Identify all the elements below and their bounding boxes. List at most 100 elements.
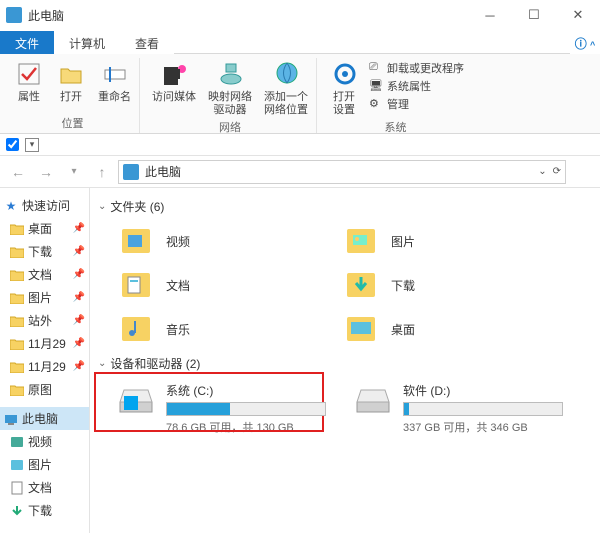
nav-recent-button[interactable]: ▾ <box>62 160 86 184</box>
refresh-icon[interactable]: ⟳ <box>553 166 561 177</box>
folder-icon <box>10 504 24 518</box>
address-row: ← → ▾ ↑ 此电脑 ⌄ ⟳ <box>0 156 600 188</box>
folder-item[interactable]: 视频 <box>110 219 335 263</box>
sidebar-item-label: 11月29 <box>28 335 66 352</box>
search-button[interactable] <box>570 160 594 184</box>
open-settings-button[interactable]: 打开 设置 <box>327 58 361 119</box>
nav-back-button[interactable]: ← <box>6 160 30 184</box>
folder-item[interactable]: 下载 <box>335 263 560 307</box>
content-area: ⌄ 文件夹 (6) 视频 图片文档 下载音乐桌面 ⌄ 设备和驱动器 (2) 系统 (… <box>90 188 600 533</box>
sidebar-item[interactable]: 原图 <box>0 378 89 401</box>
chevron-down-icon: ⌄ <box>98 358 106 369</box>
drive-icon <box>353 382 393 418</box>
drive-name: 系统 (C:) <box>166 382 329 399</box>
tab-file[interactable]: 文件 <box>0 31 54 54</box>
folder-icon <box>10 314 24 328</box>
select-all-checkbox[interactable] <box>6 138 19 151</box>
folder-item[interactable]: 图片 <box>335 219 560 263</box>
drive-item[interactable]: 软件 (D:) 337 GB 可用，共 346 GB <box>347 376 572 441</box>
quick-access-section[interactable]: ★ 快速访问 <box>0 194 89 217</box>
add-network-location-button[interactable]: 添加一个 网络位置 <box>262 58 310 119</box>
folder-icon <box>114 223 156 259</box>
properties-button[interactable]: 属性 <box>12 58 46 106</box>
open-folder-icon <box>58 61 84 87</box>
sidebar-item[interactable]: 视频 <box>0 430 89 453</box>
ribbon-tabs: 文件 计算机 查看 ⓘ ^ <box>0 30 600 54</box>
access-media-button[interactable]: 访问媒体 <box>150 58 198 106</box>
folder-icon <box>10 291 24 305</box>
folder-icon <box>10 383 24 397</box>
sidebar-item[interactable]: 图片 <box>0 453 89 476</box>
folder-label: 下载 <box>391 277 415 294</box>
folder-icon <box>10 222 24 236</box>
sidebar-item-label: 站外 <box>28 312 52 329</box>
minimize-button[interactable]: ─ <box>468 0 512 30</box>
pin-icon: 📌 <box>73 361 85 372</box>
ribbon-help-button[interactable]: ⓘ ^ <box>570 31 600 54</box>
ribbon-group-system: 打开 设置 ⎚卸载或更改程序 🖥系统属性 ⚙管理 系统 <box>321 58 470 133</box>
media-icon <box>160 59 188 89</box>
ribbon-group-location: 属性 打开 重命名 位置 <box>6 58 140 133</box>
folder-icon <box>339 311 381 347</box>
folders-section-header[interactable]: ⌄ 文件夹 (6) <box>98 194 592 219</box>
manage-icon: ⚙ <box>369 97 383 111</box>
drive-name: 软件 (D:) <box>403 382 566 399</box>
pin-icon: 📌 <box>73 246 85 257</box>
pc-icon <box>4 412 18 426</box>
folder-label: 视频 <box>166 233 190 250</box>
rename-button[interactable]: 重命名 <box>96 58 133 106</box>
drive-capacity-bar <box>403 402 563 416</box>
drive-capacity-bar <box>166 402 326 416</box>
sysprops-icon: 🖥 <box>369 79 383 93</box>
sidebar-item-label: 桌面 <box>28 220 52 237</box>
drive-icon <box>116 382 156 418</box>
folder-icon <box>10 360 24 374</box>
map-drive-icon <box>216 59 244 89</box>
folder-item[interactable]: 音乐 <box>110 307 335 351</box>
sidebar-item[interactable]: 下载📌 <box>0 240 89 263</box>
open-button[interactable]: 打开 <box>54 58 88 106</box>
window-title: 此电脑 <box>28 7 468 24</box>
drive-item[interactable]: 系统 (C:) 78.6 GB 可用，共 130 GB <box>110 376 335 441</box>
folder-item[interactable]: 桌面 <box>335 307 560 351</box>
tab-view[interactable]: 查看 <box>120 31 174 54</box>
maximize-button[interactable]: ☐ <box>512 0 556 30</box>
app-icon <box>6 7 22 23</box>
folder-icon <box>10 458 24 472</box>
folder-icon <box>10 337 24 351</box>
sidebar-item[interactable]: 图片 📌 <box>0 286 89 309</box>
this-pc-section[interactable]: 此电脑 <box>0 407 89 430</box>
sidebar-item-label: 11月29 <box>28 358 66 375</box>
sidebar-item[interactable]: 11月29 📌 <box>0 332 89 355</box>
title-bar: 此电脑 ─ ☐ ✕ <box>0 0 600 30</box>
address-bar[interactable]: 此电脑 ⌄ ⟳ <box>118 160 566 184</box>
close-button[interactable]: ✕ <box>556 0 600 30</box>
gear-icon <box>330 59 358 89</box>
sidebar-item-label: 文档 <box>28 266 52 283</box>
pin-icon: 📌 <box>73 338 85 349</box>
nav-forward-button[interactable]: → <box>34 160 58 184</box>
folder-icon <box>10 481 24 495</box>
pin-icon: 📌 <box>73 292 85 303</box>
map-drive-button[interactable]: 映射网络 驱动器 <box>206 58 254 119</box>
folder-icon <box>339 267 381 303</box>
addon-dropdown[interactable]: ▾ <box>25 138 39 152</box>
folder-label: 图片 <box>391 233 415 250</box>
system-properties-button[interactable]: 🖥系统属性 <box>369 78 464 94</box>
sidebar-item[interactable]: 桌面📌 <box>0 217 89 240</box>
uninstall-button[interactable]: ⎚卸载或更改程序 <box>369 60 464 76</box>
sidebar-item[interactable]: 站外 📌 <box>0 309 89 332</box>
manage-button[interactable]: ⚙管理 <box>369 96 464 112</box>
sidebar-item[interactable]: 文档📌 <box>0 263 89 286</box>
chevron-down-icon[interactable]: ⌄ <box>538 166 546 177</box>
nav-up-button[interactable]: ↑ <box>90 160 114 184</box>
sidebar-item[interactable]: 11月29 📌 <box>0 355 89 378</box>
pin-icon: 📌 <box>73 315 85 326</box>
network-location-icon <box>272 59 300 89</box>
tab-computer[interactable]: 计算机 <box>54 31 120 54</box>
folder-item[interactable]: 文档 <box>110 263 335 307</box>
sidebar-item-label: 图片 <box>28 289 52 306</box>
drives-section-header[interactable]: ⌄ 设备和驱动器 (2) <box>98 351 592 376</box>
sidebar-item[interactable]: 文档 <box>0 476 89 499</box>
sidebar-item[interactable]: 下载 <box>0 499 89 522</box>
